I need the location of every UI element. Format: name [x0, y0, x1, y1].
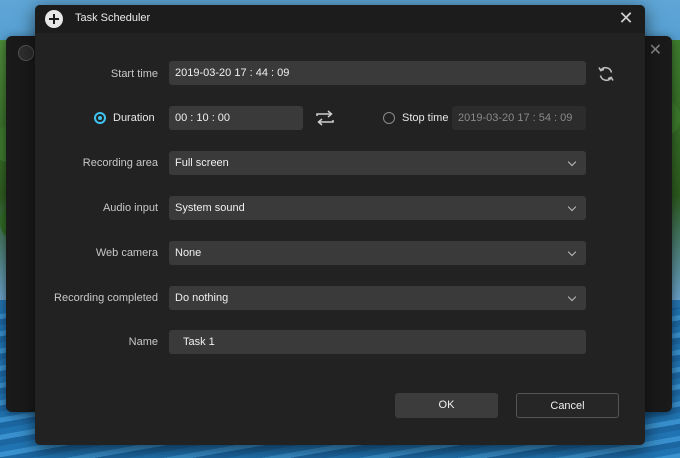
start-time-label: Start time — [110, 68, 158, 80]
recording-area-label: Recording area — [82, 157, 158, 169]
task-scheduler-dialog: Task Scheduler ✕ Start time 2019-03-20 1… — [35, 5, 645, 445]
cancel-button[interactable]: Cancel — [516, 393, 619, 418]
close-button[interactable]: ✕ — [615, 7, 637, 29]
swap-icon[interactable] — [314, 110, 336, 126]
duration-field[interactable]: 00 : 10 : 00 — [169, 106, 303, 130]
add-circle-icon — [45, 10, 63, 28]
start-time-field[interactable]: 2019-03-20 17 : 44 : 09 — [169, 61, 586, 85]
audio-input-select[interactable]: System sound — [169, 196, 586, 220]
dialog-titlebar: Task Scheduler ✕ — [35, 5, 645, 33]
duration-radio[interactable] — [94, 112, 106, 124]
name-input[interactable]: Task 1 — [169, 330, 586, 354]
background-close-icon: ✕ — [648, 42, 662, 59]
stop-time-radio[interactable] — [383, 112, 395, 124]
name-label: Name — [128, 336, 158, 348]
clock-icon — [18, 45, 34, 61]
recording-area-select[interactable]: Full screen — [169, 151, 586, 175]
stop-time-label: Stop time — [402, 112, 449, 124]
refresh-icon[interactable] — [596, 64, 616, 84]
web-camera-select[interactable]: None — [169, 241, 586, 265]
audio-input-label: Audio input — [102, 202, 158, 214]
web-camera-label: Web camera — [95, 247, 158, 259]
duration-label: Duration — [113, 112, 155, 124]
recording-completed-label: Recording completed — [54, 292, 158, 304]
dialog-title: Task Scheduler — [75, 12, 151, 24]
stop-time-field[interactable]: 2019-03-20 17 : 54 : 09 — [452, 106, 586, 130]
ok-button[interactable]: OK — [395, 393, 498, 418]
recording-completed-select[interactable]: Do nothing — [169, 286, 586, 310]
